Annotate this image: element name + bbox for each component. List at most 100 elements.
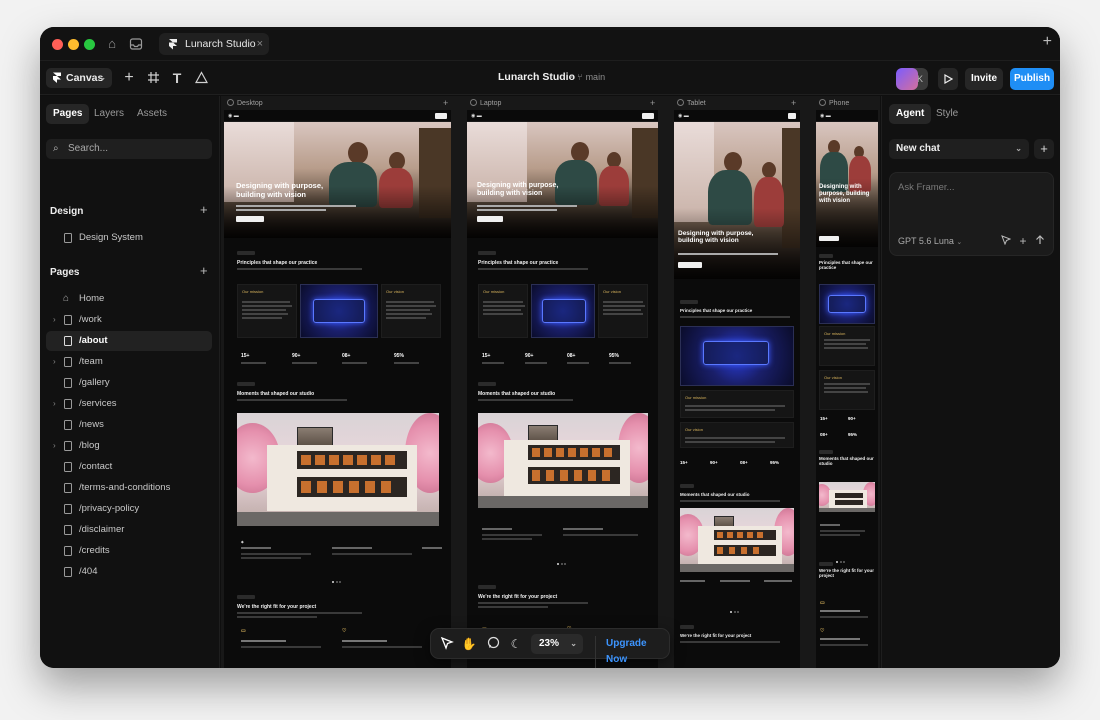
sidebar-item-work[interactable]: › /work [46, 310, 212, 330]
project-name[interactable]: Lunarch Studio [498, 71, 575, 83]
add-breakpoint-plus-icon[interactable]: + [791, 98, 796, 108]
building-image [680, 508, 794, 572]
sidebar-item-disclaimer[interactable]: /disclaimer [46, 520, 212, 540]
add-page-plus-icon[interactable]: + [200, 263, 208, 278]
comment-icon[interactable] [485, 636, 501, 652]
phone-frame[interactable]: ◉ ▬ Designing with purpose, building wit… [816, 110, 878, 668]
sidebar-item-home[interactable]: ⌂ Home [46, 289, 212, 309]
sidebar-item-label: /disclaimer [79, 524, 125, 535]
app-window: ⌂ Lunarch Studio × + Canvas ⌄ + T Lunarc… [40, 27, 1060, 668]
page-icon [64, 546, 72, 556]
chat-select[interactable]: New chat ⌄ [889, 139, 1029, 159]
sidebar-item-label: /privacy-policy [79, 503, 140, 514]
frame-label-desktop[interactable]: Desktop [227, 99, 263, 109]
attach-plus-icon[interactable]: + [1017, 235, 1029, 247]
insert-plus-icon[interactable]: + [120, 69, 138, 87]
tab-assets[interactable]: Assets [130, 104, 174, 124]
page-icon [64, 525, 72, 535]
cursor-icon[interactable] [1000, 235, 1012, 247]
tab-style[interactable]: Style [929, 104, 965, 124]
close-icon[interactable]: × [257, 33, 263, 55]
text-tool-icon[interactable]: T [168, 69, 186, 87]
branch-name: main [585, 72, 606, 82]
shape-tool-icon[interactable] [192, 69, 210, 87]
sidebar-item-404[interactable]: /404 [46, 562, 212, 582]
preview-nav: ◉ ▬ [816, 110, 878, 122]
chevron-right-icon[interactable]: › [53, 394, 56, 414]
upgrade-button[interactable]: Upgrade Now [595, 636, 669, 668]
design-canvas[interactable]: Desktop Laptop Tablet Phone + + + ◉ ▬ De… [221, 96, 880, 668]
sidebar-item-label: /gallery [79, 377, 110, 388]
frame-label-phone[interactable]: Phone [819, 99, 849, 109]
sidebar-item-contact[interactable]: /contact [46, 457, 212, 477]
hero-heading: Designing with purpose, building with vi… [819, 184, 870, 204]
model-select[interactable]: GPT 5.6 Luna ⌄ [898, 236, 962, 246]
zoom-select[interactable]: 23% ⌄ [531, 634, 583, 654]
sidebar-item-gallery[interactable]: /gallery [46, 373, 212, 393]
page-icon [64, 399, 72, 409]
chevron-right-icon[interactable]: › [53, 436, 56, 456]
sidebar-item-credits[interactable]: /credits [46, 541, 212, 561]
desktop-frame[interactable]: ◉ ▬ Designing with purpose, building with… [224, 110, 451, 668]
sidebar-item-label: /news [79, 419, 104, 430]
frame-tool-icon[interactable] [144, 69, 162, 87]
fit-heading: We're the right fit for your project [680, 633, 752, 638]
search-icon: ⌕ [53, 143, 59, 154]
add-design-plus-icon[interactable]: + [200, 202, 208, 217]
add-breakpoint-plus-icon[interactable]: + [443, 98, 448, 108]
add-breakpoint-plus-icon[interactable]: + [650, 98, 655, 108]
home-icon[interactable]: ⌂ [104, 36, 120, 52]
search-input[interactable]: ⌕ Search... [46, 139, 212, 159]
sidebar-item-privacy[interactable]: /privacy-policy [46, 499, 212, 519]
sidebar-item-label: /contact [79, 461, 113, 472]
sidebar-item-label: /credits [79, 545, 110, 556]
maximize-window-button[interactable] [84, 39, 95, 50]
tab-layers[interactable]: Layers [87, 104, 131, 124]
moon-icon[interactable]: ☾ [508, 636, 524, 652]
laptop-frame[interactable]: ◉ ▬ Designing with purpose, building with… [467, 110, 658, 668]
chat-input[interactable]: Ask Framer... GPT 5.6 Luna ⌄ + [889, 172, 1054, 256]
sidebar-item-label: Design System [79, 232, 143, 243]
canvas-label: Canvas [66, 72, 104, 84]
sidebar-item-terms[interactable]: /terms-and-conditions [46, 478, 212, 498]
page-icon [64, 483, 72, 493]
new-chat-plus-button[interactable]: + [1034, 139, 1054, 159]
new-tab-plus-icon[interactable]: + [1043, 33, 1052, 51]
chevron-down-icon: ⌄ [570, 639, 577, 648]
select-cursor-icon[interactable] [439, 636, 455, 652]
chevron-right-icon[interactable]: › [53, 352, 56, 372]
browser-tab[interactable]: Lunarch Studio × [159, 33, 269, 55]
invite-button[interactable]: Invite [965, 68, 1003, 90]
sidebar-item-design-system[interactable]: Design System [46, 228, 212, 248]
minimize-window-button[interactable] [68, 39, 79, 50]
preview-nav: ◉ ▬ [674, 110, 800, 122]
user-avatar[interactable] [896, 68, 918, 90]
tab-pages[interactable]: Pages [46, 104, 90, 124]
sidebar-item-blog[interactable]: › /blog [46, 436, 212, 456]
sidebar-item-team[interactable]: › /team [46, 352, 212, 372]
branch-indicator[interactable]: • ⑂ main [570, 72, 605, 82]
frame-label-laptop[interactable]: Laptop [470, 99, 501, 109]
chat-select-value: New chat [896, 143, 940, 154]
page-icon [64, 233, 72, 243]
tablet-frame[interactable]: ◉ ▬ Designing with purpose, building with… [674, 110, 800, 668]
hero-heading: Designing with purpose, building with vis… [236, 181, 324, 199]
preview-play-button[interactable] [938, 68, 958, 90]
inbox-icon[interactable] [128, 36, 144, 52]
sidebar-item-services[interactable]: › /services [46, 394, 212, 414]
send-arrow-icon[interactable] [1034, 235, 1046, 247]
tab-agent[interactable]: Agent [889, 104, 932, 124]
publish-button[interactable]: Publish [1010, 68, 1054, 90]
moments-heading: Moments that shaped our studio [819, 456, 874, 467]
moments-heading: Moments that shaped our studio [680, 492, 750, 497]
sidebar-item-about[interactable]: /about [46, 331, 212, 351]
sidebar-item-label: /404 [79, 566, 98, 577]
sidebar-item-news[interactable]: /news [46, 415, 212, 435]
chevron-right-icon[interactable]: › [53, 310, 56, 330]
right-panel: Agent Style New chat ⌄ + Ask Framer... G… [881, 96, 1060, 668]
hand-icon[interactable]: ✋ [461, 636, 477, 652]
canvas-menu-button[interactable]: Canvas ⌄ [46, 68, 112, 88]
fit-heading: We're the right fit for your project [819, 568, 874, 579]
frame-label-tablet[interactable]: Tablet [677, 99, 706, 109]
close-window-button[interactable] [52, 39, 63, 50]
